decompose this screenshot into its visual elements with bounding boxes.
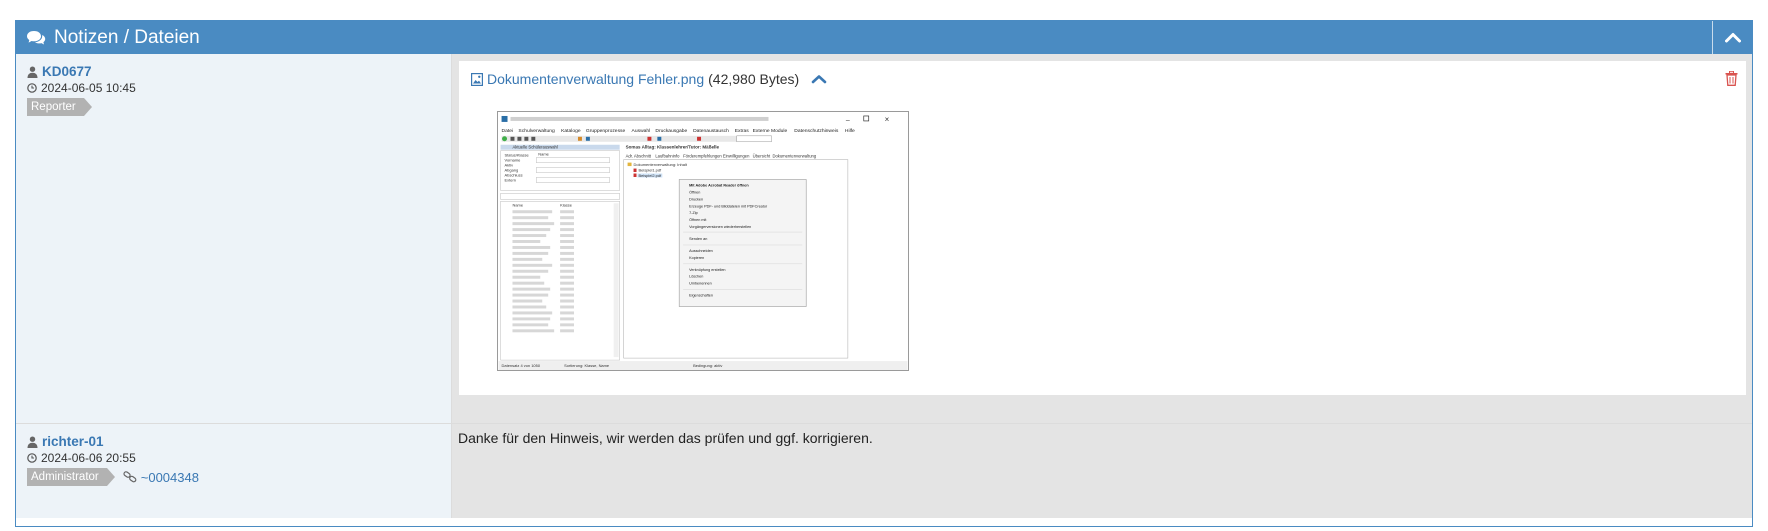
svg-text:Öffnen mit: Öffnen mit	[689, 218, 707, 222]
window-minimize-icon: –	[846, 117, 850, 124]
notes-files-panel: Notizen / Dateien KD0677 2024-06-05 10:4…	[15, 20, 1753, 527]
attachment-size: (42,980 Bytes)	[708, 71, 800, 87]
svg-text:Name: Name	[538, 152, 549, 157]
svg-text:Bedingung: aktiv: Bedingung: aktiv	[693, 363, 722, 368]
svg-text:Externe Module: Externe Module	[753, 128, 788, 134]
date-line: 2024-06-06 20:55	[27, 451, 440, 465]
panel-header: Notizen / Dateien	[16, 21, 1752, 54]
svg-text:Drucken: Drucken	[689, 197, 703, 201]
delete-trash-icon[interactable]	[1725, 71, 1738, 86]
svg-text:Einwilligungen: Einwilligungen	[723, 154, 750, 159]
user-icon	[27, 66, 38, 78]
svg-text:Förderempfehlungen: Förderempfehlungen	[683, 154, 722, 159]
svg-text:Verknüpfung erstellen: Verknüpfung erstellen	[689, 268, 725, 272]
svg-text:Mit Adobe Acrobat Reader öffne: Mit Adobe Acrobat Reader öffnen	[689, 183, 749, 187]
svg-text:Auswahl: Auswahl	[632, 128, 651, 134]
note-row: KD0677 2024-06-05 10:45 Reporter Dokumen…	[16, 54, 1752, 424]
user-line: KD0677	[27, 64, 440, 79]
link-icon	[123, 471, 137, 483]
svg-text:Kataloge: Kataloge	[561, 128, 581, 134]
thumb-toolbar	[501, 135, 772, 143]
role-badge: Reporter	[27, 98, 92, 116]
svg-text:Datenschutzhinweis: Datenschutzhinweis	[794, 128, 839, 134]
svg-text:Datei: Datei	[502, 128, 514, 134]
svg-text:Datenaustausch: Datenaustausch	[693, 128, 729, 134]
svg-text:7-Zip: 7-Zip	[689, 211, 698, 215]
window-close-icon: ×	[885, 115, 890, 124]
svg-text:Aktuelle Schülerauswahl: Aktuelle Schülerauswahl	[512, 145, 557, 150]
svg-text:Extras: Extras	[735, 128, 750, 134]
clock-icon	[27, 83, 37, 93]
svg-text:Umbenennen: Umbenennen	[689, 282, 712, 286]
note-row: richter-01 2024-06-06 20:55 Administrato…	[16, 423, 1752, 518]
collapse-panel-button[interactable]	[1712, 21, 1752, 54]
svg-text:Eigenschaften: Eigenschaften	[689, 294, 713, 298]
svg-text:Dokumentenverwaltung: Inhalt: Dokumentenverwaltung: Inhalt	[634, 162, 688, 167]
thumb-menu-bar: Datei Schulverwaltung Kataloge Gruppenproz…	[502, 128, 855, 134]
svg-text:Somas Alltag: Klassenlehrer/Tu: Somas Alltag: Klassenlehrer/Tutor: Mäßel…	[626, 145, 720, 150]
svg-text:Datensatz 4 von 1050: Datensatz 4 von 1050	[502, 363, 541, 368]
svg-text:Dokumentenverwaltung: Dokumentenverwaltung	[772, 154, 816, 159]
user-line: richter-01	[27, 434, 440, 449]
badge-line: Administrator ~0004348	[27, 468, 440, 486]
svg-text:Name: Name	[512, 202, 523, 207]
svg-text:Klasse: Klasse	[560, 202, 573, 207]
attachment-preview-image[interactable]: – × Datei Schulverwaltung Kataloge Gruppen…	[497, 111, 909, 371]
svg-text:Beispiel1.pdf: Beispiel1.pdf	[639, 168, 663, 173]
attachment-line: Dokumentenverwaltung Fehler.png (42,980 …	[471, 71, 1734, 87]
note-text: Danke für den Hinweis, wir werden das pr…	[458, 430, 873, 446]
attachment-box: Dokumentenverwaltung Fehler.png (42,980 …	[459, 61, 1746, 395]
svg-text:Gruppenprozesse: Gruppenprozesse	[586, 128, 626, 134]
svg-text:Vorgängerversionen wiederherst: Vorgängerversionen wiederherstellen	[689, 225, 751, 229]
user-icon	[27, 436, 38, 448]
svg-text:Hilfe: Hilfe	[845, 128, 855, 134]
svg-text:Öffnen: Öffnen	[689, 190, 700, 194]
comments-icon	[27, 30, 46, 44]
clock-icon	[27, 453, 37, 463]
panel-title: Notizen / Dateien	[54, 26, 200, 48]
svg-text:Adr. Abschnitt: Adr. Abschnitt	[626, 154, 652, 159]
thumb-left-pane: Aktuelle Schülerauswahl Status/KlasseVor…	[500, 145, 620, 361]
svg-text:Beispiel2.pdf: Beispiel2.pdf	[639, 173, 663, 178]
image-file-icon	[471, 72, 483, 86]
svg-text:Senden an: Senden an	[689, 237, 707, 241]
note-permalink-label: ~0004348	[140, 469, 199, 485]
chevron-up-icon	[1724, 33, 1741, 43]
username-link[interactable]: richter-01	[42, 434, 104, 449]
note-datetime: 2024-06-05 10:45	[41, 81, 136, 95]
badge-line: Reporter	[27, 98, 440, 116]
role-badge: Administrator	[27, 468, 115, 486]
note-meta: KD0677 2024-06-05 10:45 Reporter	[16, 54, 452, 424]
note-content: Dokumentenverwaltung Fehler.png (42,980 …	[452, 54, 1752, 424]
thumb-right-pane: Somas Alltag: Klassenlehrer/Tutor: Mäßel…	[623, 145, 849, 359]
svg-text:Laufbahninfo: Laufbahninfo	[655, 154, 680, 159]
hide-preview-chevron-icon[interactable]	[811, 74, 827, 84]
svg-text:Extern: Extern	[505, 177, 516, 182]
svg-text:Übersicht: Übersicht	[753, 154, 771, 159]
svg-text:Schulverwaltung: Schulverwaltung	[518, 128, 555, 134]
svg-text:Sortierung: Klasse, Name: Sortierung: Klasse, Name	[564, 363, 610, 368]
date-line: 2024-06-05 10:45	[27, 81, 440, 95]
svg-text:Erzeuge PDF- und Bilddateien m: Erzeuge PDF- und Bilddateien mit PDFCrea…	[689, 204, 768, 208]
svg-text:Druckausgabe: Druckausgabe	[655, 128, 687, 134]
note-datetime: 2024-06-06 20:55	[41, 451, 136, 465]
svg-text:Ausschneiden: Ausschneiden	[689, 249, 713, 253]
svg-text:Kopieren: Kopieren	[689, 256, 704, 260]
svg-text:Löschen: Löschen	[689, 275, 703, 279]
note-permalink[interactable]: ~0004348	[123, 470, 199, 485]
note-meta: richter-01 2024-06-06 20:55 Administrato…	[16, 424, 452, 518]
username-link[interactable]: KD0677	[42, 64, 92, 79]
attachment-link[interactable]: Dokumentenverwaltung Fehler.png	[487, 71, 704, 87]
note-content: Danke für den Hinweis, wir werden das pr…	[452, 424, 1752, 518]
